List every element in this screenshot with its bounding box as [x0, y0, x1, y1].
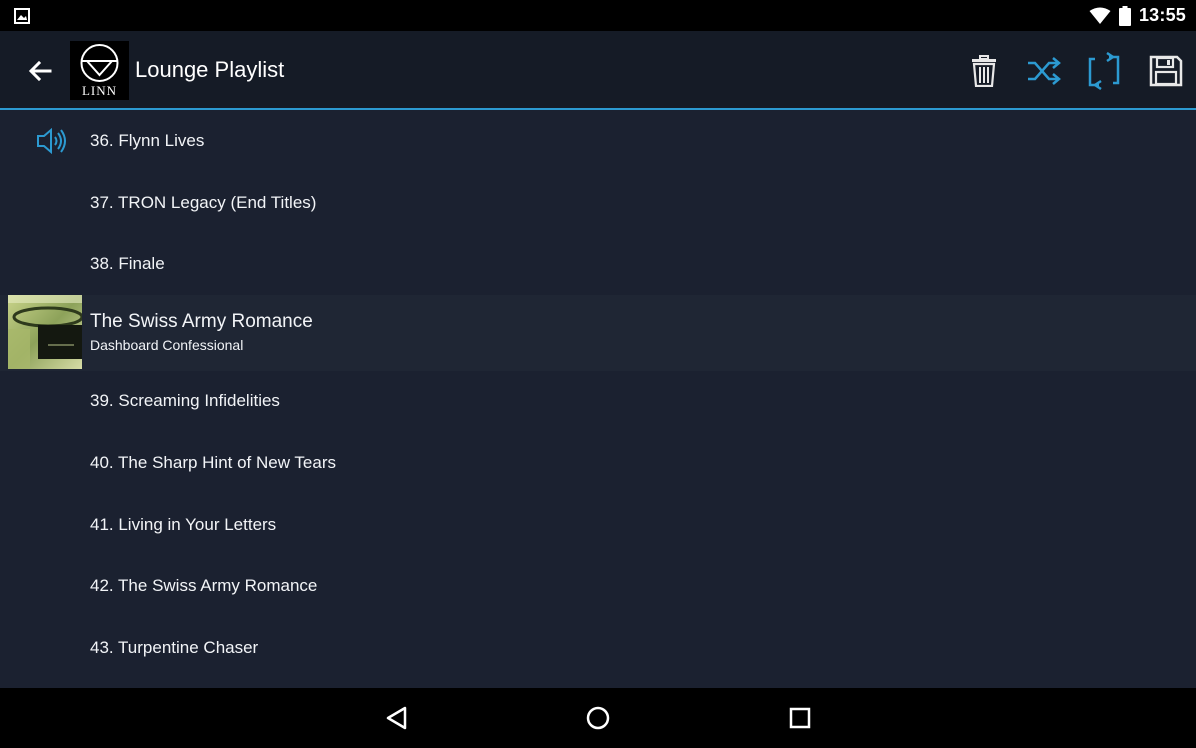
track-title: 43. Turpentine Chaser	[90, 638, 259, 657]
track-title: 39. Screaming Infidelities	[90, 391, 280, 410]
app-logo: LINN	[70, 41, 129, 100]
home-circle-icon[interactable]	[584, 704, 612, 732]
status-time: 13:55	[1138, 5, 1186, 25]
navigation-bar	[0, 688, 1196, 748]
list-item[interactable]: 38. Finale	[0, 233, 1196, 295]
list-item[interactable]: 43. Turpentine Chaser	[0, 617, 1196, 679]
linn-logo-icon	[80, 44, 119, 82]
track-title: 37. TRON Legacy (End Titles)	[90, 193, 317, 212]
now-playing-speaker-icon	[37, 128, 66, 154]
back-triangle-icon[interactable]	[383, 704, 411, 732]
repeat-icon	[1088, 52, 1120, 90]
status-right: 13:55	[1089, 0, 1186, 31]
save-icon	[1149, 55, 1183, 87]
recents-square-icon[interactable]	[786, 704, 814, 732]
list-item[interactable]: 37. TRON Legacy (End Titles)	[0, 172, 1196, 234]
list-item[interactable]: 39. Screaming Infidelities	[0, 370, 1196, 432]
status-bar: 13:55	[0, 0, 1196, 31]
track-title: 38. Finale	[90, 254, 165, 273]
logo-text: LINN	[81, 83, 118, 98]
save-button[interactable]	[1146, 51, 1186, 91]
album-header[interactable]: The Swiss Army Romance Dashboard Confess…	[0, 295, 1196, 371]
album-art	[8, 295, 82, 369]
wifi-icon	[1089, 7, 1111, 24]
track-title: 42. The Swiss Army Romance	[90, 576, 318, 595]
playlist[interactable]: 36. Flynn Lives 37. TRON Legacy (End Tit…	[0, 110, 1196, 688]
page-title: Lounge Playlist	[135, 57, 285, 82]
list-item[interactable]: 36. Flynn Lives	[0, 110, 1196, 172]
repeat-button[interactable]	[1084, 51, 1124, 91]
image-notification-icon	[14, 8, 30, 24]
album-title: The Swiss Army Romance	[90, 311, 313, 332]
album-artist: Dashboard Confessional	[90, 337, 244, 353]
list-item[interactable]: 41. Living in Your Letters	[0, 494, 1196, 556]
list-item[interactable]: 42. The Swiss Army Romance	[0, 555, 1196, 617]
delete-icon	[972, 55, 996, 87]
delete-button[interactable]	[964, 51, 1004, 91]
album-art-image	[8, 295, 82, 369]
shuffle-icon	[1028, 57, 1061, 85]
shuffle-button[interactable]	[1024, 51, 1064, 91]
battery-icon	[1118, 5, 1131, 26]
action-bar: LINN Lounge Playlist	[0, 31, 1196, 109]
track-title: 36. Flynn Lives	[90, 131, 205, 150]
track-title: 41. Living in Your Letters	[90, 515, 277, 534]
back-arrow-icon[interactable]	[24, 57, 56, 85]
list-item[interactable]: 40. The Sharp Hint of New Tears	[0, 432, 1196, 494]
track-title: 40. The Sharp Hint of New Tears	[90, 453, 337, 472]
